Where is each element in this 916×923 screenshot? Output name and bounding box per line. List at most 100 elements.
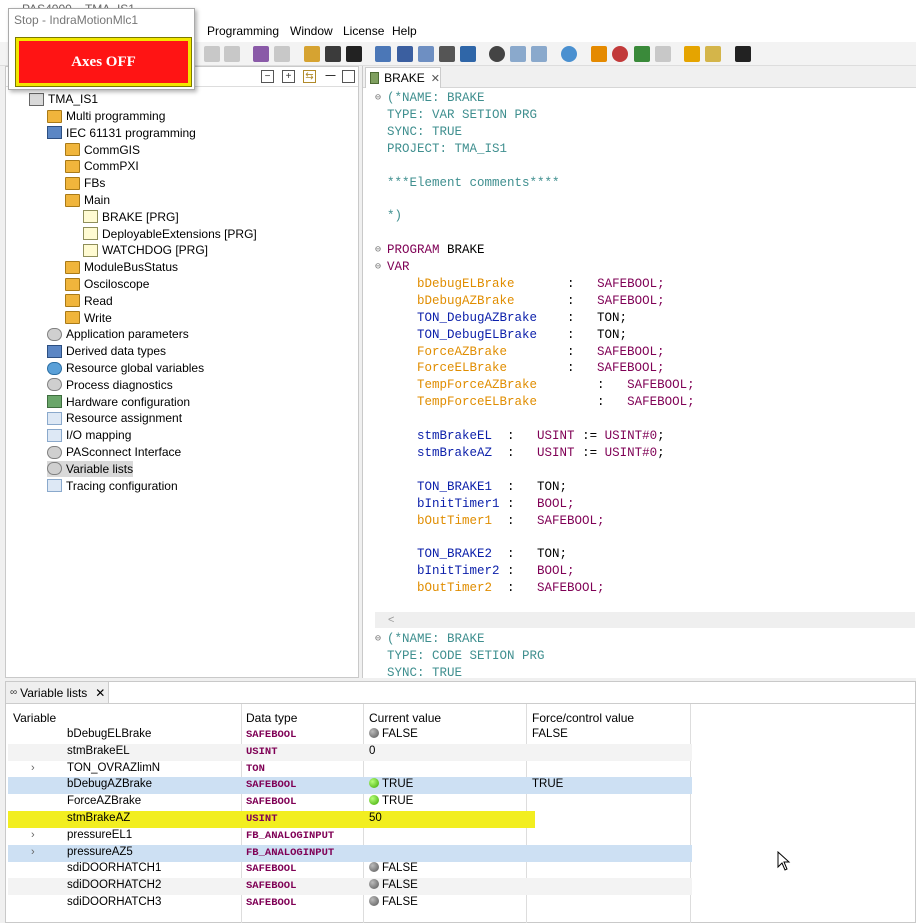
tree-item-modulebusstatus[interactable]: ModuleBusStatus <box>65 259 178 275</box>
list-icon[interactable] <box>510 46 526 62</box>
tree-item-derived-data-types[interactable]: Derived data types <box>47 343 166 359</box>
expand-chevron-icon[interactable]: › <box>31 829 35 841</box>
tree-item-osciloscope[interactable]: Osciloscope <box>65 276 149 292</box>
tree-item-process-diagnostics[interactable]: Process diagnostics <box>47 377 173 393</box>
tree-item-hardware-configuration[interactable]: Hardware configuration <box>47 394 190 410</box>
tree-item-multi-programming[interactable]: Multi programming <box>47 108 165 124</box>
tree-item-label: Hardware configuration <box>66 394 191 409</box>
current-value-cell[interactable]: FALSE <box>369 728 418 740</box>
tree-item-tma-is1[interactable]: TMA_IS1 <box>29 91 98 107</box>
code-token: TON_BRAKE1 <box>417 479 493 494</box>
code-area[interactable]: ⊖ (*NAME: BRAKE TYPE: VAR SETION PRG SYNC: … <box>375 90 915 680</box>
table-row[interactable]: sdiDOORHATCH3 SAFEBOOL FALSE <box>8 895 692 912</box>
column-header-data-type[interactable]: Data type <box>246 711 297 725</box>
tree-item-pasconnect-interface[interactable]: PASconnect Interface <box>47 444 181 460</box>
online-icon[interactable] <box>346 46 362 62</box>
expand-chevron-icon[interactable]: › <box>31 762 35 774</box>
tree-item-iec-61131-programming[interactable]: IEC 61131 programming <box>47 125 196 141</box>
tree-item-brake-prg[interactable]: BRAKE [PRG] <box>83 209 179 225</box>
code-token: SYNC: TRUE <box>387 124 463 139</box>
upload-icon[interactable] <box>325 46 341 62</box>
globe-toolbar-icon[interactable] <box>561 46 577 62</box>
close-icon[interactable]: ✕ <box>431 72 440 85</box>
tree-item-commgis[interactable]: CommGIS <box>65 142 140 158</box>
tree-item-application-parameters[interactable]: Application parameters <box>47 326 189 342</box>
table-row[interactable]: ForceAZBrake SAFEBOOL TRUE <box>8 794 692 811</box>
current-value-cell[interactable]: FALSE <box>369 879 418 891</box>
module-icon[interactable] <box>418 46 434 62</box>
table-row[interactable]: › TON_OVRAZlimN TON <box>8 761 692 778</box>
download-icon[interactable] <box>304 46 320 62</box>
table-row[interactable]: stmBrakeEL USINT 0 <box>8 743 692 761</box>
expand-chevron-icon[interactable]: › <box>31 846 35 858</box>
column-header-force-value[interactable]: Force/control value <box>532 711 634 725</box>
clean-icon[interactable] <box>274 46 290 62</box>
menu-help[interactable]: Help <box>392 24 417 38</box>
variable-lists-tab[interactable]: ∞ Variable lists ✕ <box>6 682 109 703</box>
link-editor-icon[interactable]: ⇆ <box>303 70 316 83</box>
table-row[interactable]: bDebugAZBrake SAFEBOOL TRUE TRUE <box>8 777 692 795</box>
editor-tab-brake[interactable]: BRAKE ✕ <box>365 67 441 88</box>
table-row[interactable]: sdiDOORHATCH2 SAFEBOOL FALSE <box>8 878 692 896</box>
tree-item-read[interactable]: Read <box>65 293 113 309</box>
current-value-cell[interactable]: TRUE <box>369 778 413 790</box>
close-icon[interactable]: ✕ <box>95 686 105 700</box>
tree-item-commpxi[interactable]: CommPXI <box>65 158 139 174</box>
table-row[interactable]: › pressureAZ5 FB_ANALOGINPUT <box>8 844 692 862</box>
copy-icon[interactable] <box>591 46 607 62</box>
tree-item-tracing-configuration[interactable]: Tracing configuration <box>47 478 178 494</box>
hardware-toolbar-icon[interactable] <box>460 46 476 62</box>
column-header-current-value[interactable]: Current value <box>369 711 441 725</box>
tree-item-watchdog-prg[interactable]: WATCHDOG [PRG] <box>83 242 208 258</box>
compile-icon[interactable] <box>253 46 269 62</box>
tree-item-write[interactable]: Write <box>65 310 112 326</box>
undo-icon[interactable] <box>204 46 220 62</box>
diagnostics-toolbar-icon[interactable] <box>655 46 671 62</box>
table-icon[interactable] <box>531 46 547 62</box>
table-row[interactable]: › pressureEL1 FB_ANALOGINPUT <box>8 828 692 845</box>
table-row[interactable]: bDebugELBrake SAFEBOOL FALSE FALSE <box>8 727 692 744</box>
fold-toggle-icon[interactable]: ⊖ <box>375 259 385 276</box>
redo-icon[interactable] <box>224 46 240 62</box>
table-row[interactable]: sdiDOORHATCH1 SAFEBOOL FALSE <box>8 861 692 878</box>
current-value-cell[interactable]: 0 <box>369 745 375 757</box>
code-token: bInitTimer2 <box>417 564 500 579</box>
stop-icon[interactable] <box>612 46 628 62</box>
tree-item-resource-global-variables[interactable]: Resource global variables <box>47 360 204 376</box>
variable-data-type: FB_ANALOGINPUT <box>246 829 335 842</box>
tree-item-variable-lists[interactable]: Variable lists <box>47 460 134 477</box>
trace-icon[interactable] <box>634 46 650 62</box>
users-icon[interactable] <box>735 46 751 62</box>
fold-toggle-icon[interactable]: ⊖ <box>375 242 385 259</box>
maximize-icon[interactable] <box>342 70 355 83</box>
horizontal-scroll-hint[interactable]: < <box>388 614 394 626</box>
axes-off-button[interactable]: Axes OFF <box>15 37 192 87</box>
menu-window[interactable]: Window <box>290 24 333 38</box>
table-row[interactable]: stmBrakeAZ USINT 50 <box>8 811 692 828</box>
current-value-cell[interactable]: FALSE <box>369 862 418 874</box>
connect-icon[interactable] <box>439 46 455 62</box>
current-value-cell[interactable]: TRUE <box>369 795 413 807</box>
current-value-cell[interactable]: 50 <box>369 812 382 824</box>
column-header-variable[interactable]: Variable <box>13 711 56 725</box>
tree-item-fbs[interactable]: FBs <box>65 175 105 191</box>
gauge-icon[interactable] <box>489 46 505 62</box>
menu-license[interactable]: License <box>343 24 384 38</box>
code-token: TempForceAZBrake <box>417 378 538 393</box>
menu-programming[interactable]: Programming <box>207 24 279 38</box>
fold-toggle-icon[interactable]: ⊖ <box>375 90 385 107</box>
tree-item-resource-assignment[interactable]: Resource assignment <box>47 410 182 426</box>
fold-toggle-icon[interactable]: ⊖ <box>375 631 385 648</box>
tree-item-deployableextensions-prg[interactable]: DeployableExtensions [PRG] <box>83 226 257 242</box>
grid-icon[interactable] <box>397 46 413 62</box>
current-value-cell[interactable]: FALSE <box>369 896 418 908</box>
tree-item-i-o-mapping[interactable]: I/O mapping <box>47 427 131 443</box>
code-section-divider <box>375 612 915 628</box>
edit-icon[interactable] <box>705 46 721 62</box>
tree-item-main[interactable]: Main <box>65 192 110 208</box>
minimize-icon[interactable]: — <box>324 70 337 83</box>
network-icon[interactable] <box>375 46 391 62</box>
force-icon[interactable] <box>684 46 700 62</box>
expand-all-icon[interactable]: + <box>282 70 295 83</box>
collapse-all-icon[interactable]: − <box>261 70 274 83</box>
